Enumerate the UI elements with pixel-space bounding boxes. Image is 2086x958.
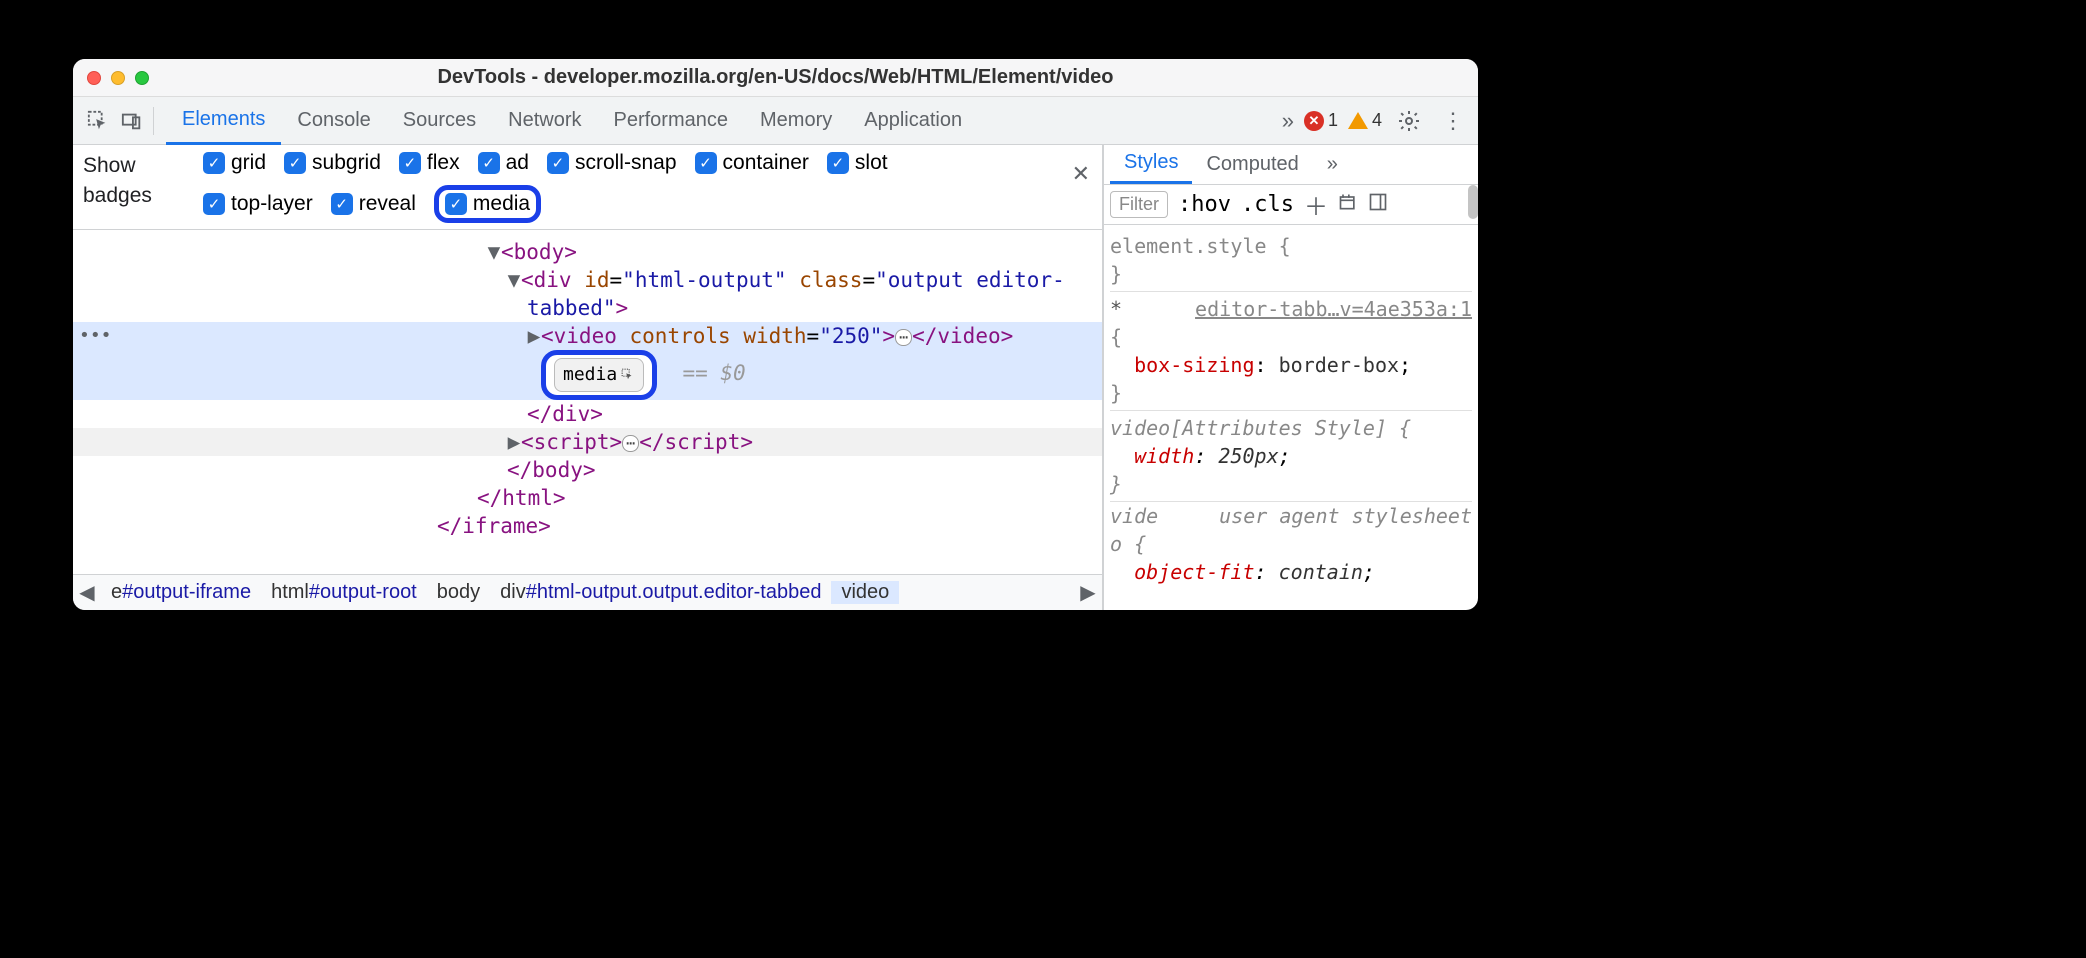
hover-toggle[interactable]: :hov xyxy=(1178,192,1231,217)
badge-reveal[interactable]: ✓reveal xyxy=(331,185,416,223)
warning-count[interactable]: 4 xyxy=(1348,110,1382,131)
tab-performance[interactable]: Performance xyxy=(598,97,745,145)
computed-styles-toggle-icon[interactable] xyxy=(1338,192,1358,218)
expand-arrow-icon[interactable]: ▼ xyxy=(507,266,521,294)
panel-tabs: Elements Console Sources Network Perform… xyxy=(166,97,978,145)
source-link[interactable]: editor-tabb…v=4ae353a:1 xyxy=(1195,295,1472,323)
badge-scroll-snap[interactable]: ✓scroll-snap xyxy=(547,151,677,175)
cls-toggle[interactable]: .cls xyxy=(1241,192,1294,217)
warning-icon xyxy=(1348,112,1368,129)
tab-elements[interactable]: Elements xyxy=(166,97,281,145)
expand-arrow-icon[interactable]: ▼ xyxy=(487,238,501,266)
settings-icon[interactable] xyxy=(1392,104,1426,138)
styles-rules[interactable]: element.style { } *editor-tabb…v=4ae353a… xyxy=(1104,225,1478,610)
badge-top-layer[interactable]: ✓top-layer xyxy=(203,185,313,223)
breadcrumb-item-selected[interactable]: video xyxy=(831,581,899,604)
checkbox-icon: ✓ xyxy=(203,193,225,215)
elements-panel: Show badges ✓grid ✓subgrid ✓flex ✓ad ✓sc… xyxy=(73,145,1104,610)
gutter-overflow-icon[interactable]: ••• xyxy=(73,322,118,350)
toggle-sidebar-icon[interactable] xyxy=(1368,192,1388,218)
window-title: DevTools - developer.mozilla.org/en-US/d… xyxy=(73,66,1478,89)
scrollbar-thumb[interactable] xyxy=(1468,185,1478,219)
error-icon: ✕ xyxy=(1304,111,1324,131)
device-toolbar-icon[interactable] xyxy=(115,104,149,138)
checkbox-icon: ✓ xyxy=(695,152,717,174)
breadcrumb-item[interactable]: div#html-output.output.editor-tabbed xyxy=(490,581,831,604)
badge-flex[interactable]: ✓flex xyxy=(399,151,460,175)
tab-application[interactable]: Application xyxy=(848,97,978,145)
styles-toolbar: Filter :hov .cls ＋ xyxy=(1104,185,1478,225)
styles-panel: Styles Computed » Filter :hov .cls ＋ ele… xyxy=(1104,145,1478,610)
collapsed-content-icon[interactable]: ⋯ xyxy=(622,435,639,452)
tab-sources[interactable]: Sources xyxy=(387,97,492,145)
collapsed-content-icon[interactable]: ⋯ xyxy=(895,329,912,346)
checkbox-icon: ✓ xyxy=(331,193,353,215)
styles-tabs: Styles Computed » xyxy=(1104,145,1478,185)
checkbox-icon: ✓ xyxy=(478,152,500,174)
more-menu-icon[interactable]: ⋮ xyxy=(1436,108,1470,134)
selected-node[interactable]: ••• ▶<video controls width="250">⋯</vide… xyxy=(73,322,1102,350)
tab-computed[interactable]: Computed xyxy=(1192,144,1312,184)
checkbox-icon: ✓ xyxy=(827,152,849,174)
breadcrumb-scroll-right-icon[interactable]: ▶ xyxy=(1074,580,1102,605)
breadcrumb-item[interactable]: html#output-root xyxy=(261,581,427,604)
tab-network[interactable]: Network xyxy=(492,97,597,145)
close-icon[interactable]: ✕ xyxy=(1072,161,1090,187)
inspect-icon[interactable] xyxy=(81,104,115,138)
media-badge[interactable]: media xyxy=(541,350,657,400)
tabs-overflow-icon[interactable]: » xyxy=(1282,108,1294,134)
checkbox-icon: ✓ xyxy=(284,152,306,174)
expand-arrow-icon[interactable]: ▶ xyxy=(507,428,521,456)
checkbox-icon: ✓ xyxy=(399,152,421,174)
titlebar: DevTools - developer.mozilla.org/en-US/d… xyxy=(73,59,1478,97)
checkbox-icon: ✓ xyxy=(445,193,467,215)
breadcrumb-item[interactable]: body xyxy=(427,581,490,604)
styles-tabs-overflow-icon[interactable]: » xyxy=(1313,144,1352,184)
devtools-window: DevTools - developer.mozilla.org/en-US/d… xyxy=(73,59,1478,610)
ua-stylesheet-label: user agent stylesheet xyxy=(1219,502,1472,530)
expand-arrow-icon[interactable]: ▶ xyxy=(527,322,541,350)
badges-bar: Show badges ✓grid ✓subgrid ✓flex ✓ad ✓sc… xyxy=(73,145,1102,230)
error-count[interactable]: ✕ 1 xyxy=(1304,110,1338,131)
tab-styles[interactable]: Styles xyxy=(1110,144,1192,184)
tab-console[interactable]: Console xyxy=(281,97,386,145)
badge-ad[interactable]: ✓ad xyxy=(478,151,529,175)
badge-subgrid[interactable]: ✓subgrid xyxy=(284,151,381,175)
badge-media[interactable]: ✓media xyxy=(434,185,541,223)
badges-label: Show badges xyxy=(83,151,203,211)
breadcrumb: ◀ e#output-iframe html#output-root body … xyxy=(73,574,1102,610)
main-toolbar: Elements Console Sources Network Perform… xyxy=(73,97,1478,145)
styles-filter-input[interactable]: Filter xyxy=(1110,191,1168,218)
badge-slot[interactable]: ✓slot xyxy=(827,151,888,175)
checkbox-icon: ✓ xyxy=(203,152,225,174)
new-style-rule-icon[interactable]: ＋ xyxy=(1304,187,1328,222)
breadcrumb-item[interactable]: e#output-iframe xyxy=(101,581,261,604)
breadcrumb-scroll-left-icon[interactable]: ◀ xyxy=(73,580,101,605)
checkbox-icon: ✓ xyxy=(547,152,569,174)
tab-memory[interactable]: Memory xyxy=(744,97,848,145)
dom-tree[interactable]: ▼<body> ▼<div id="html-output" class="ou… xyxy=(73,230,1102,574)
badge-container[interactable]: ✓container xyxy=(695,151,809,175)
badge-grid[interactable]: ✓grid xyxy=(203,151,266,175)
